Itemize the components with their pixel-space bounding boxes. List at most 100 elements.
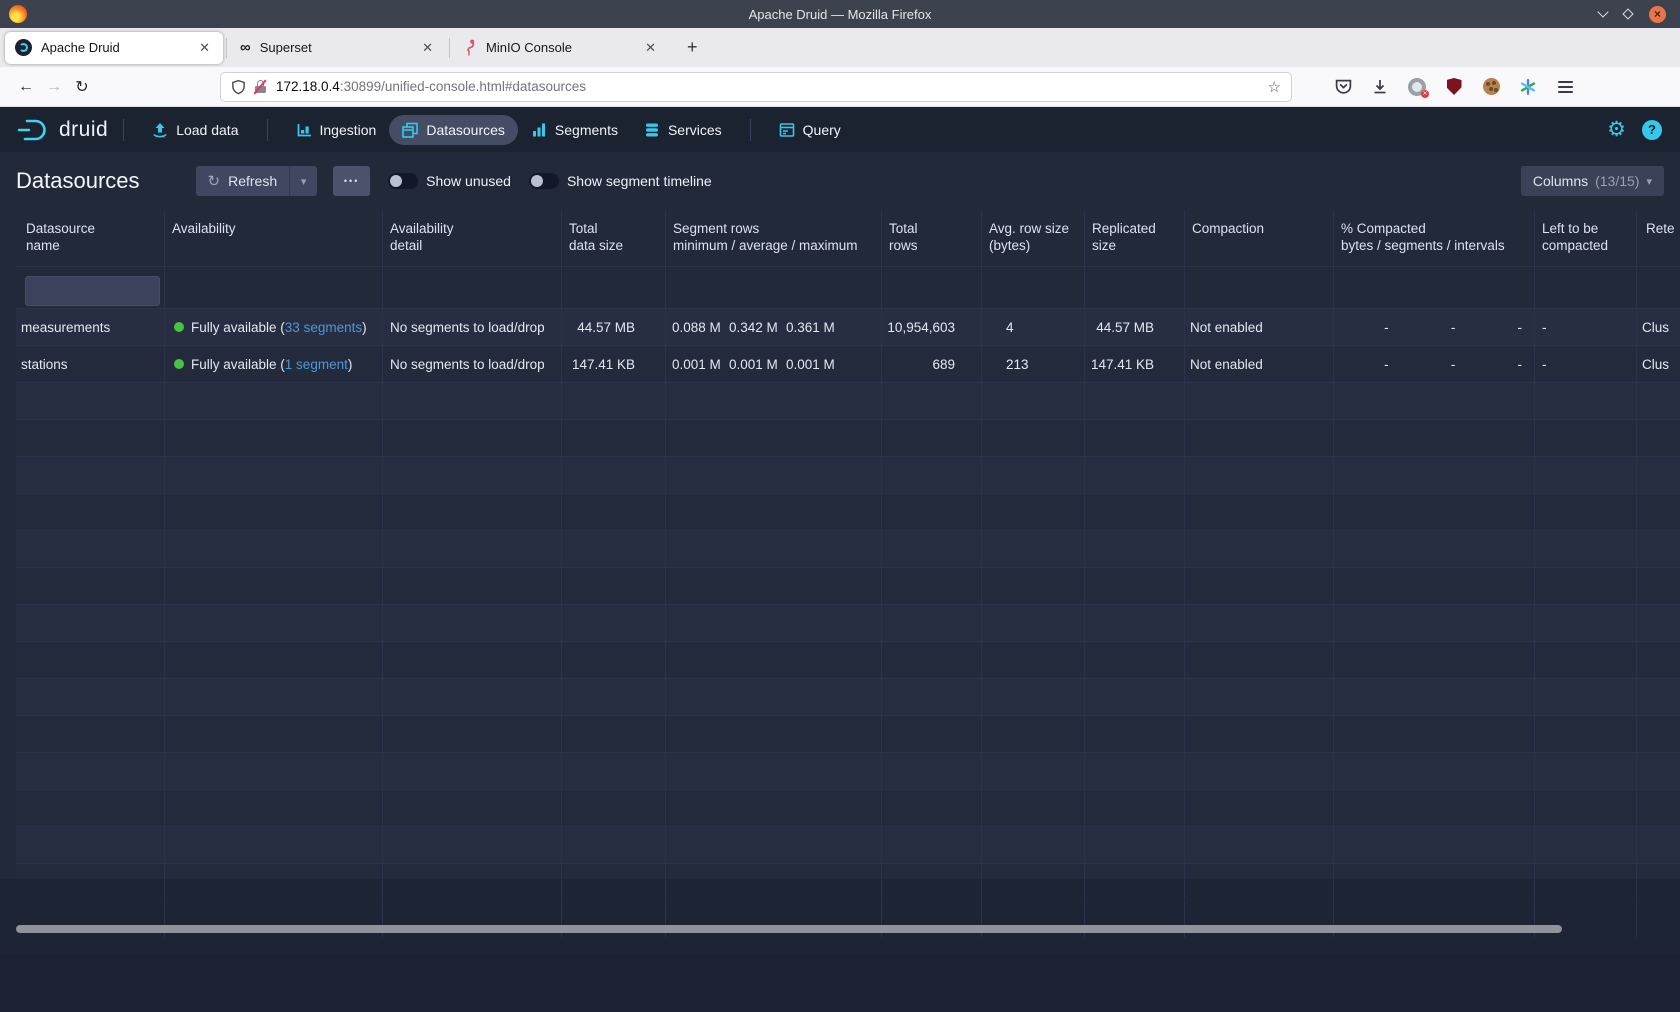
nav-segments[interactable]: Segments: [518, 115, 631, 145]
column-header-compaction[interactable]: Compaction: [1185, 210, 1334, 266]
ublock-origin-icon[interactable]: [1443, 76, 1465, 98]
page-header: Datasources ↻ Refresh ▾ ••• Show unused …: [0, 152, 1680, 210]
cookie-extension-icon[interactable]: [1480, 76, 1502, 98]
refresh-dropdown-button[interactable]: ▾: [289, 166, 317, 196]
window-close-button[interactable]: ×: [1649, 6, 1666, 23]
segments-icon: [531, 122, 547, 138]
tab-label: Superset: [260, 40, 419, 55]
pocket-icon[interactable]: [1332, 76, 1354, 98]
column-header-availability-detail[interactable]: Availabilitydetail: [383, 210, 562, 266]
window-maximize-icon[interactable]: [1622, 8, 1633, 19]
cell-retention: Clus: [1637, 346, 1680, 382]
table-empty-row: [16, 457, 1680, 494]
column-header-segment-rows[interactable]: Segment rowsminimum / average / maximum: [666, 210, 882, 266]
tab-close-icon[interactable]: ✕: [419, 40, 436, 56]
show-unused-switch[interactable]: [388, 173, 418, 189]
column-header-retention[interactable]: Rete: [1637, 210, 1680, 266]
load-data-icon: [152, 122, 168, 138]
datasources-icon: [402, 122, 418, 138]
columns-count: (13/15): [1595, 173, 1639, 189]
datasource-name-filter-input[interactable]: [25, 276, 160, 306]
nav-label: Segments: [555, 122, 618, 138]
column-header-left-to-be-compacted[interactable]: Left to becompacted: [1535, 210, 1637, 266]
column-header-total-rows[interactable]: Totalrows: [882, 210, 982, 266]
tab-apache-druid[interactable]: Apache Druid ✕: [5, 32, 223, 64]
table-empty-row: [16, 642, 1680, 679]
cell-segment-rows: 0.001 M0.001 M0.001 M: [666, 346, 882, 382]
extension-asterisk-icon[interactable]: [1517, 76, 1539, 98]
cell-replicated-size: 147.41 KB: [1085, 346, 1185, 382]
columns-selector-button[interactable]: Columns (13/15) ▾: [1521, 166, 1664, 196]
druid-logo-icon: [16, 117, 52, 143]
insecure-lock-icon[interactable]: [254, 80, 267, 94]
table-empty-row: [16, 531, 1680, 568]
bookmark-star-icon[interactable]: ☆: [1268, 78, 1281, 96]
toggle-label: Show segment timeline: [567, 173, 712, 189]
tab-bar: Apache Druid ✕ ∞ Superset ✕ MinIO Consol…: [0, 28, 1680, 67]
cell-left-to-be-compacted: -: [1535, 309, 1637, 345]
url-path: :30899/unified-console.html#datasources: [340, 79, 586, 94]
downloads-icon[interactable]: [1369, 76, 1391, 98]
cell-datasource-name: measurements: [16, 309, 165, 345]
segments-link[interactable]: 1 segment: [285, 357, 348, 372]
minio-favicon-icon: [463, 39, 477, 56]
druid-wordmark: druid: [59, 118, 108, 142]
cell-percent-compacted: ---: [1334, 346, 1535, 382]
tab-close-icon[interactable]: ✕: [196, 40, 213, 56]
help-icon[interactable]: ?: [1642, 120, 1662, 140]
show-segment-timeline-switch[interactable]: [529, 173, 559, 189]
column-header-datasource-name[interactable]: Datasourcename: [16, 210, 165, 266]
cell-compaction: Not enabled: [1185, 346, 1334, 382]
nav-datasources[interactable]: Datasources: [389, 115, 518, 145]
window-title: Apache Druid — Mozilla Firefox: [0, 7, 1680, 22]
nav-load-data[interactable]: Load data: [139, 115, 251, 145]
tab-superset[interactable]: ∞ Superset ✕: [230, 32, 446, 64]
superset-favicon-icon: ∞: [240, 39, 251, 56]
cell-total-data-size: 44.57 MB: [562, 309, 666, 345]
nav-query[interactable]: Query: [766, 115, 854, 145]
table-empty-row: [16, 790, 1680, 827]
table-row: stations Fully available (1 segment) No …: [16, 346, 1680, 383]
tab-close-icon[interactable]: ✕: [642, 40, 659, 56]
segments-link[interactable]: 33 segments: [285, 320, 362, 335]
horizontal-scrollbar-thumb[interactable]: [16, 925, 1562, 933]
extension-account-icon[interactable]: ✕: [1406, 76, 1428, 98]
url-bar[interactable]: 172.18.0.4:30899/unified-console.html#da…: [220, 72, 1292, 102]
chevron-down-icon: ▾: [1646, 175, 1652, 188]
settings-gear-icon[interactable]: ⚙: [1607, 119, 1626, 140]
cell-availability-detail: No segments to load/drop: [383, 346, 562, 382]
table-empty-row: [16, 716, 1680, 753]
column-header-total-data-size[interactable]: Totaldata size: [562, 210, 666, 266]
druid-navbar: druid Load data Ingestion Da: [0, 107, 1680, 152]
fully-available-status-icon: [174, 322, 184, 332]
nav-label: Datasources: [426, 122, 505, 138]
druid-brand: druid: [16, 117, 108, 143]
tracking-shield-icon[interactable]: [231, 79, 246, 95]
new-tab-button[interactable]: +: [681, 37, 704, 58]
column-header-percent-compacted[interactable]: % Compactedbytes / segments / intervals: [1334, 210, 1535, 266]
services-icon: [644, 122, 660, 138]
nav-divider: [267, 119, 268, 141]
nav-ingestion[interactable]: Ingestion: [283, 115, 390, 145]
cell-availability: Fully available (33 segments): [165, 309, 383, 345]
refresh-button[interactable]: ↻ Refresh: [196, 166, 290, 196]
reload-button[interactable]: ↻: [68, 73, 96, 101]
nav-services[interactable]: Services: [631, 115, 735, 145]
forward-button[interactable]: →: [40, 73, 68, 101]
show-segment-timeline-toggle-group: Show segment timeline: [529, 173, 712, 189]
cell-avg-row-size: 4: [982, 309, 1085, 345]
cell-total-rows: 689: [882, 346, 982, 382]
back-button[interactable]: ←: [12, 73, 40, 101]
column-header-avg-row-size[interactable]: Avg. row size(bytes): [982, 210, 1085, 266]
window-minimize-icon[interactable]: [1597, 6, 1608, 17]
refresh-icon: ↻: [208, 172, 221, 190]
tab-minio-console[interactable]: MinIO Console ✕: [453, 32, 669, 64]
menu-hamburger-icon[interactable]: [1554, 76, 1576, 98]
fully-available-status-icon: [174, 359, 184, 369]
toggle-label: Show unused: [426, 173, 511, 189]
column-header-availability[interactable]: Availability: [165, 210, 383, 266]
more-actions-button[interactable]: •••: [333, 166, 370, 196]
column-header-replicated-size[interactable]: Replicatedsize: [1085, 210, 1185, 266]
druid-favicon-icon: [15, 39, 32, 56]
cell-replicated-size: 44.57 MB: [1085, 309, 1185, 345]
